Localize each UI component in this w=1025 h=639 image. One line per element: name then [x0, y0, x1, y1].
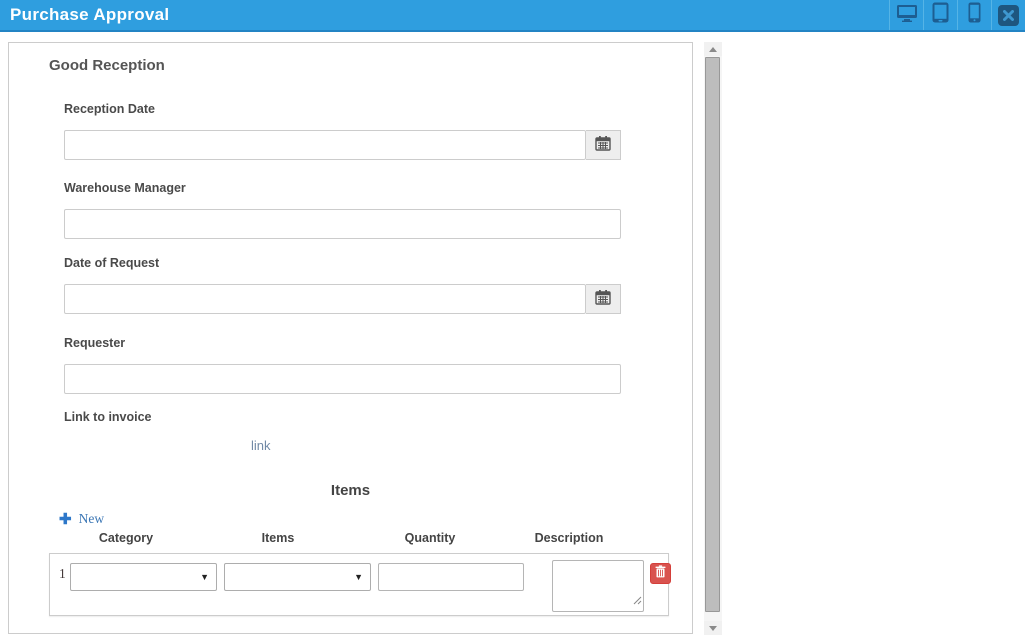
requester-input[interactable] [64, 364, 621, 394]
arrow-down-icon [709, 626, 717, 631]
form-title: Good Reception [49, 57, 165, 74]
calendar-icon [595, 289, 611, 310]
plus-icon: ✚ [59, 510, 72, 528]
items-select[interactable]: ▼ [224, 563, 371, 591]
desktop-monitor-icon [896, 3, 918, 28]
trash-icon [655, 565, 666, 583]
category-select[interactable]: ▼ [70, 563, 217, 591]
vertical-scrollbar[interactable] [704, 42, 722, 635]
column-header-items: Items [262, 531, 295, 545]
date-of-request-field [64, 284, 621, 314]
date-of-request-calendar-button[interactable] [586, 284, 621, 314]
preview-mode-toolbar [889, 0, 1025, 30]
reception-date-field [64, 130, 621, 160]
reception-date-calendar-button[interactable] [586, 130, 621, 160]
calendar-icon [595, 135, 611, 156]
mobile-phone-icon [968, 2, 981, 28]
description-textarea[interactable] [552, 560, 644, 612]
form-panel: Good Reception Reception Date Warehouse … [8, 42, 693, 634]
row-number: 1 [59, 566, 66, 582]
reception-date-input[interactable] [64, 130, 586, 160]
chevron-down-icon: ▼ [200, 572, 209, 582]
items-section-title: Items [9, 482, 692, 499]
close-button[interactable] [991, 0, 1025, 30]
window-title: Purchase Approval [0, 0, 169, 30]
tablet-icon [932, 2, 949, 28]
invoice-link[interactable]: link [251, 438, 271, 453]
delete-row-button[interactable] [650, 563, 671, 584]
link-to-invoice-label: Link to invoice [64, 410, 152, 424]
grid-column-headers: Category Items Quantity Description [49, 531, 669, 549]
warehouse-manager-field [64, 209, 621, 239]
date-of-request-label: Date of Request [64, 256, 159, 270]
column-header-category: Category [99, 531, 153, 545]
close-icon [998, 5, 1019, 26]
warehouse-manager-label: Warehouse Manager [64, 181, 186, 195]
scroll-up-button[interactable] [704, 42, 722, 56]
warehouse-manager-input[interactable] [64, 209, 621, 239]
requester-field [64, 364, 621, 394]
tablet-preview-button[interactable] [923, 0, 957, 30]
mobile-preview-button[interactable] [957, 0, 991, 30]
chevron-down-icon: ▼ [354, 572, 363, 582]
column-header-description: Description [535, 531, 604, 545]
add-new-row-label: New [79, 511, 105, 527]
requester-label: Requester [64, 336, 125, 350]
desktop-preview-button[interactable] [889, 0, 923, 30]
grid-row: 1 ▼ ▼ [49, 553, 669, 616]
resize-handle[interactable] [633, 592, 642, 610]
column-header-quantity: Quantity [405, 531, 456, 545]
titlebar: Purchase Approval [0, 0, 1025, 32]
description-field [552, 560, 644, 612]
arrow-up-icon [709, 47, 717, 52]
reception-date-label: Reception Date [64, 102, 155, 116]
add-new-row-button[interactable]: ✚ New [59, 510, 104, 528]
scroll-down-button[interactable] [704, 621, 722, 635]
scrollbar-thumb[interactable] [705, 57, 720, 612]
date-of-request-input[interactable] [64, 284, 586, 314]
quantity-input[interactable] [378, 563, 524, 591]
